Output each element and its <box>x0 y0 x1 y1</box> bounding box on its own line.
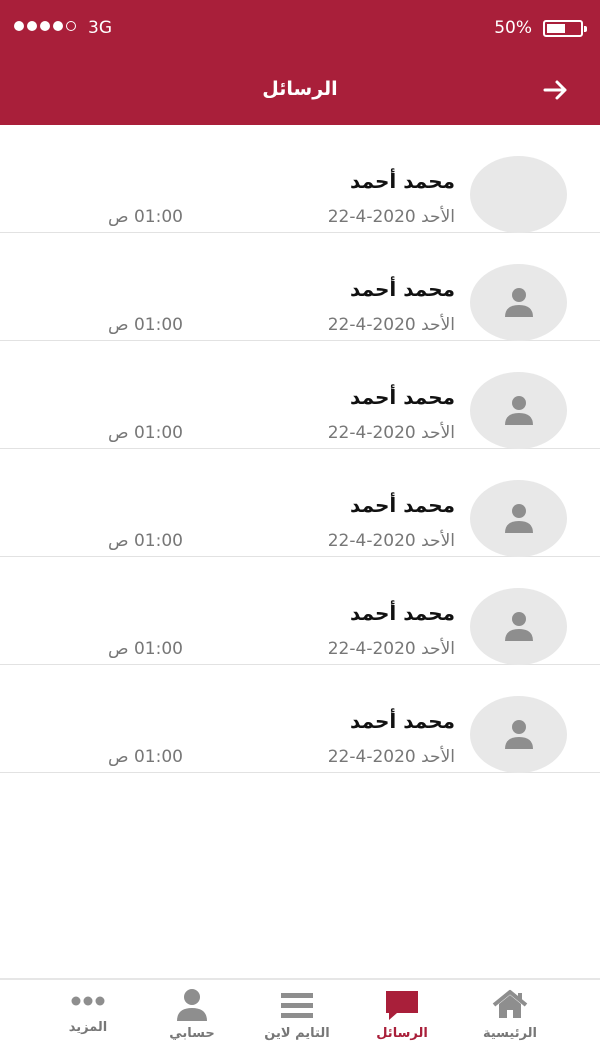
message-time: 01:00 ص <box>108 531 183 551</box>
message-date: الأحد 2020-4-22 <box>327 639 455 659</box>
message-time: 01:00 ص <box>108 207 183 227</box>
message-row[interactable]: محمد أحمد الأحد 2020-4-22 01:00 ص <box>0 233 600 341</box>
tab-more[interactable]: المزيد <box>28 980 148 1052</box>
tab-label: التايم لاين <box>264 1026 330 1041</box>
sender-name: محمد أحمد <box>350 709 455 733</box>
tab-label: الرئيسية <box>482 1026 538 1041</box>
sender-name: محمد أحمد <box>350 277 455 301</box>
sender-name: محمد أحمد <box>350 493 455 517</box>
message-date: الأحد 2020-4-22 <box>327 423 455 443</box>
message-row[interactable]: محمد أحمد الأحد 2020-4-22 01:00 ص <box>0 125 600 233</box>
message-row[interactable]: محمد أحمد الأحد 2020-4-22 01:00 ص <box>0 341 600 449</box>
chat-icon <box>342 988 462 1022</box>
sender-name: محمد أحمد <box>350 601 455 625</box>
tab-timeline[interactable]: التايم لاين <box>237 980 357 1052</box>
message-date: الأحد 2020-4-22 <box>327 531 455 551</box>
battery-percentage: 50% <box>494 18 532 38</box>
message-row[interactable]: محمد أحمد الأحد 2020-4-22 01:00 ص <box>0 449 600 557</box>
back-arrow-icon[interactable] <box>542 78 570 102</box>
avatar <box>470 372 567 449</box>
message-row[interactable]: محمد أحمد الأحد 2020-4-22 01:00 ص <box>0 665 600 773</box>
messages-list: محمد أحمد الأحد 2020-4-22 01:00 ص محمد أ… <box>0 125 600 773</box>
avatar <box>470 588 567 665</box>
message-time: 01:00 ص <box>108 639 183 659</box>
menu-icon <box>237 988 357 1022</box>
network-type: 3G <box>88 18 112 38</box>
person-icon <box>505 720 533 749</box>
sender-name: محمد أحمد <box>350 385 455 409</box>
message-date: الأحد 2020-4-22 <box>327 747 455 767</box>
message-date: الأحد 2020-4-22 <box>327 315 455 335</box>
avatar <box>470 480 567 557</box>
avatar <box>470 696 567 773</box>
page-title: الرسائل <box>262 78 338 100</box>
battery-icon <box>543 20 587 37</box>
home-icon <box>450 988 570 1022</box>
avatar <box>470 156 567 233</box>
tab-home[interactable]: الرئيسية <box>450 980 570 1052</box>
message-time: 01:00 ص <box>108 423 183 443</box>
avatar <box>470 264 567 341</box>
message-time: 01:00 ص <box>108 315 183 335</box>
more-icon <box>28 984 148 1018</box>
tab-account[interactable]: حسابي <box>132 980 252 1052</box>
sender-name: محمد أحمد <box>350 169 455 193</box>
signal-strength-icon <box>14 21 76 31</box>
tab-messages[interactable]: الرسائل <box>342 980 462 1052</box>
person-icon <box>505 612 533 641</box>
tab-label: المزيد <box>68 1020 108 1035</box>
person-icon <box>132 988 252 1022</box>
bottom-tab-bar: الرئيسية الرسائل التايم لاين حسابي المزي… <box>0 978 600 1052</box>
tab-label: حسابي <box>169 1026 215 1041</box>
tab-label: الرسائل <box>376 1026 428 1041</box>
status-bar: 3G 50% <box>0 0 600 58</box>
person-icon <box>505 288 533 317</box>
message-time: 01:00 ص <box>108 747 183 767</box>
app-header: 3G 50% الرسائل <box>0 0 600 125</box>
person-icon <box>505 396 533 425</box>
message-row[interactable]: محمد أحمد الأحد 2020-4-22 01:00 ص <box>0 557 600 665</box>
message-date: الأحد 2020-4-22 <box>327 207 455 227</box>
person-icon <box>505 504 533 533</box>
